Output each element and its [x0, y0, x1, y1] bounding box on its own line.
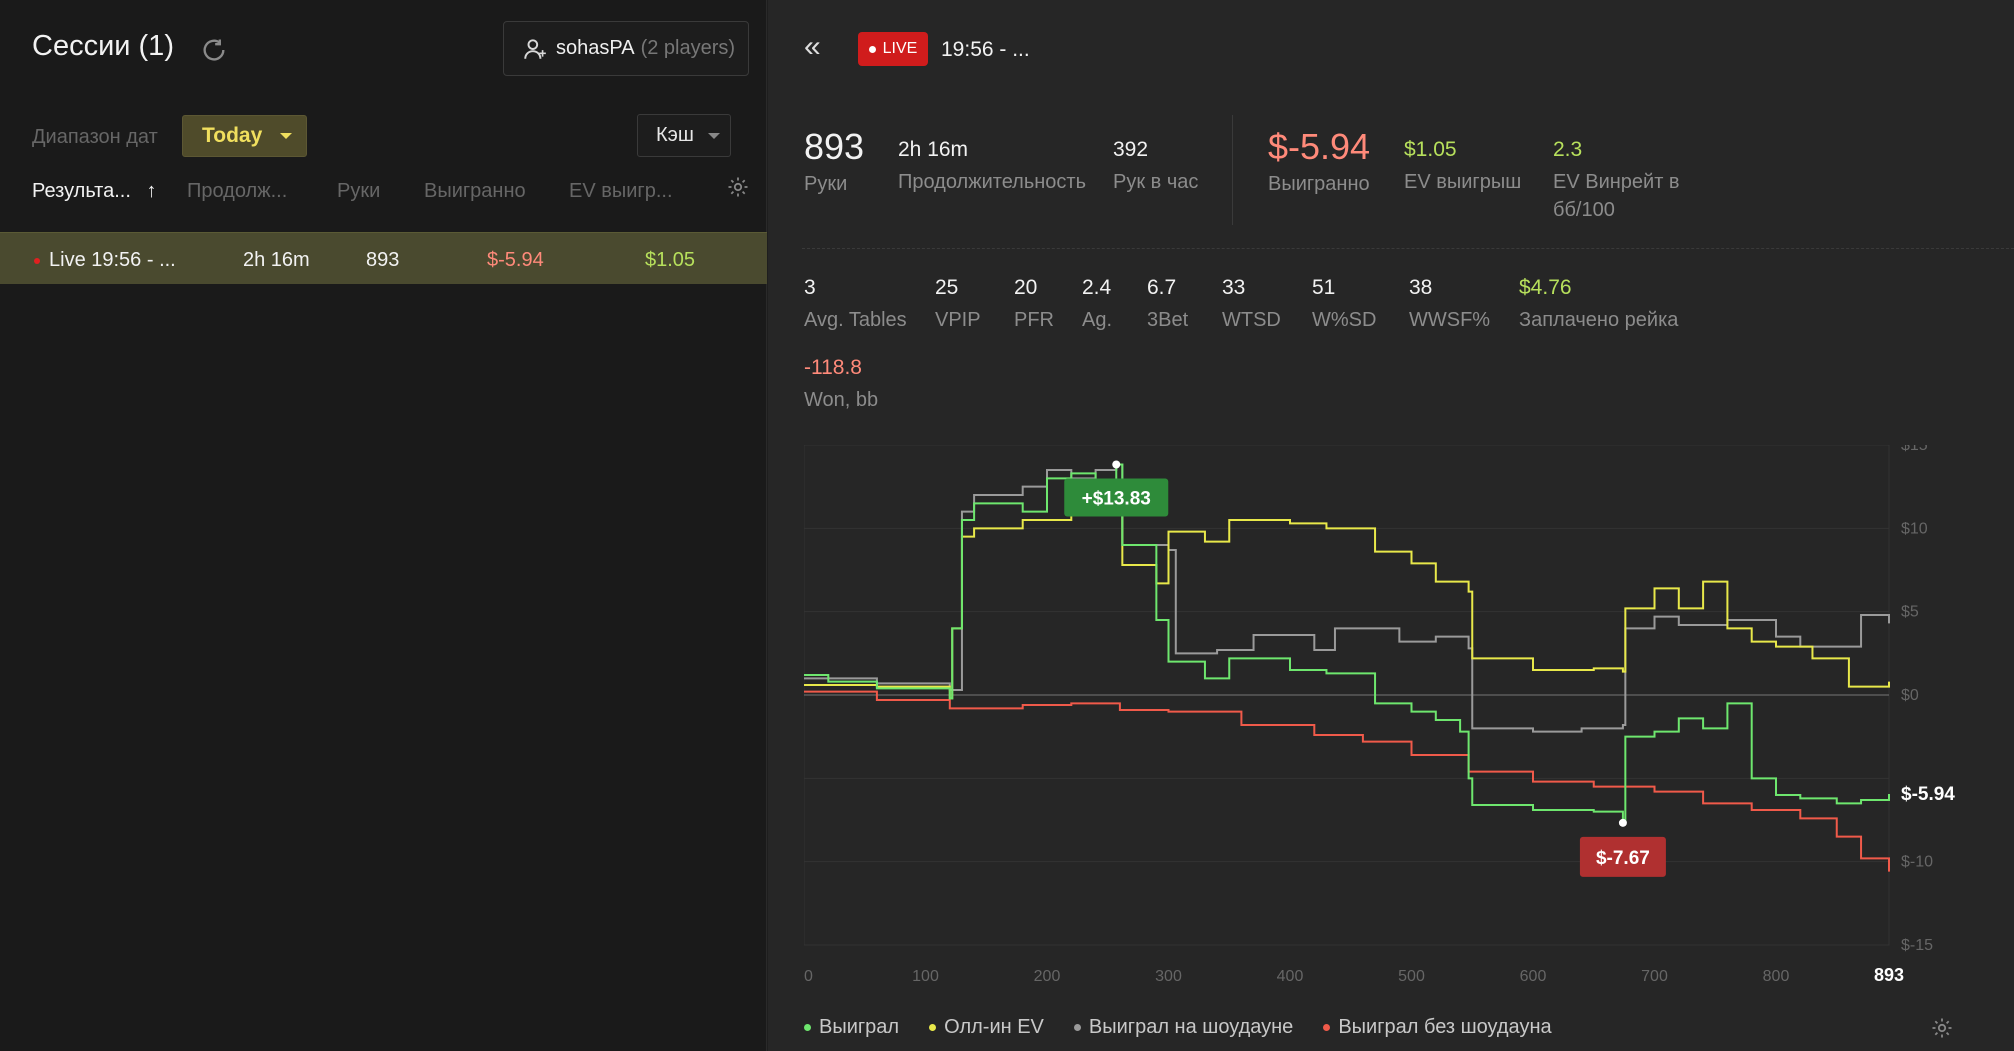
date-range-label: Диапазон дат	[32, 126, 158, 148]
y-tick-label: $15	[1901, 445, 1928, 454]
stat-rake: $4.76 Заплачено рейка	[1519, 276, 1679, 331]
column-hands[interactable]: Руки	[337, 180, 380, 203]
min-point-marker	[1618, 818, 1627, 827]
column-won[interactable]: Выигранно	[424, 180, 526, 203]
chart-settings-gear-icon[interactable]	[1930, 1016, 1954, 1040]
x-tick-label: 500	[1398, 968, 1425, 985]
session-ev-won: $1.05	[645, 249, 696, 271]
player-selector-button[interactable]: sohasPA (2 players)	[503, 21, 749, 76]
player-name: sohasPA	[556, 37, 635, 59]
date-range-value: Today	[202, 124, 263, 147]
stat-wsd: 51 W%SD	[1312, 276, 1377, 331]
stat-3bet: 6.7 3Bet	[1147, 276, 1189, 331]
min-label: $-7.67	[1596, 848, 1650, 869]
stat-avg-tables: 3 Avg. Tables	[804, 276, 907, 331]
stat-ev-winrate: 2.3 EV Винрейт в бб/100	[1553, 138, 1680, 221]
chevron-down-icon	[280, 133, 293, 139]
y-tick-label: $0	[1901, 687, 1919, 704]
max-label: +$13.83	[1082, 489, 1151, 510]
session-hands: 893	[366, 249, 400, 271]
live-dot-icon	[34, 258, 40, 264]
end-value-label: $-5.94	[1901, 784, 1955, 805]
stat-duration: 2h 16m Продолжительность	[898, 138, 1086, 193]
session-detail-panel: « LIVE 19:56 - ... 893 Руки 2h 16m Продо…	[768, 0, 2014, 1051]
player-count: (2 players)	[640, 37, 736, 59]
user-icon	[524, 38, 546, 59]
sessions-panel: Сессии (1) sohasPA (2 players) Диапазон д…	[0, 0, 767, 1051]
collapse-left-icon[interactable]: «	[804, 30, 821, 64]
x-tick-label: 200	[1034, 968, 1061, 985]
x-end-label: 893	[1874, 965, 1904, 985]
stat-divider	[1232, 115, 1233, 225]
y-tick-label: $5	[1901, 604, 1919, 621]
stat-won-bb: -118.8 Won, bb	[804, 356, 879, 411]
y-tick-label: $-15	[1901, 937, 1933, 954]
stat-hands: 893 Руки	[804, 126, 865, 195]
stat-hands-per-hour: 392 Рук в час	[1113, 138, 1199, 193]
x-tick-label: 700	[1641, 968, 1668, 985]
chart-legend: Выиграл Олл-ин EV Выиграл на шоудауне Вы…	[804, 1016, 1552, 1039]
divider	[802, 248, 2014, 249]
sort-arrow-icon: ↑	[146, 180, 157, 202]
y-tick-label: $-10	[1901, 854, 1933, 871]
stat-vpip: 25 VPIP	[935, 276, 981, 331]
refresh-icon[interactable]	[200, 36, 228, 64]
x-tick-label: 600	[1520, 968, 1547, 985]
session-title: 19:56 - ...	[941, 38, 1030, 61]
live-badge: LIVE	[858, 32, 928, 66]
profit-chart[interactable]: $15 $10 $5 $0 $-10 $-15 0 100 200 300 400 500 600 700…	[804, 445, 1984, 1005]
x-tick-label: 100	[912, 968, 939, 985]
legend-item-won[interactable]: Выиграл	[804, 1016, 899, 1039]
date-range-dropdown[interactable]: Today	[182, 115, 307, 157]
legend-item-allin-ev[interactable]: Олл-ин EV	[929, 1016, 1044, 1039]
stat-pfr: 20 PFR	[1014, 276, 1054, 331]
stat-aggression: 2.4 Ag.	[1082, 276, 1113, 331]
stat-wtsd: 33 WTSD	[1222, 276, 1281, 331]
legend-item-showdown[interactable]: Выиграл на шоудауне	[1073, 1016, 1293, 1039]
column-ev-won[interactable]: EV выигр...	[569, 180, 673, 203]
max-point-marker	[1112, 460, 1121, 469]
stat-wwsf: 38 WWSF%	[1409, 276, 1491, 331]
legend-item-non-showdown[interactable]: Выиграл без шоудауна	[1323, 1016, 1552, 1039]
stat-ev-won: $1.05 EV выигрыш	[1404, 138, 1522, 193]
gear-icon[interactable]	[726, 175, 750, 199]
stat-won: $-5.94 Выигранно	[1268, 126, 1371, 195]
column-result[interactable]: Результа... ↑	[32, 180, 156, 203]
session-won: $-5.94	[487, 249, 544, 271]
x-tick-label: 0	[804, 968, 813, 985]
chevron-down-icon	[707, 132, 720, 139]
y-tick-label: $10	[1901, 520, 1928, 537]
game-type-dropdown[interactable]: Кэш	[637, 114, 731, 157]
table-row[interactable]: Live 19:56 - ... 2h 16m 893 $-5.94 $1.05	[0, 232, 767, 284]
session-name: Live 19:56 - ...	[49, 249, 176, 271]
session-duration: 2h 16m	[243, 249, 310, 271]
x-tick-label: 300	[1155, 968, 1182, 985]
game-type-value: Кэш	[656, 124, 694, 146]
x-tick-label: 800	[1763, 968, 1790, 985]
sessions-title: Сессии (1)	[32, 30, 174, 62]
column-duration[interactable]: Продолж...	[187, 180, 287, 203]
x-tick-label: 400	[1277, 968, 1304, 985]
